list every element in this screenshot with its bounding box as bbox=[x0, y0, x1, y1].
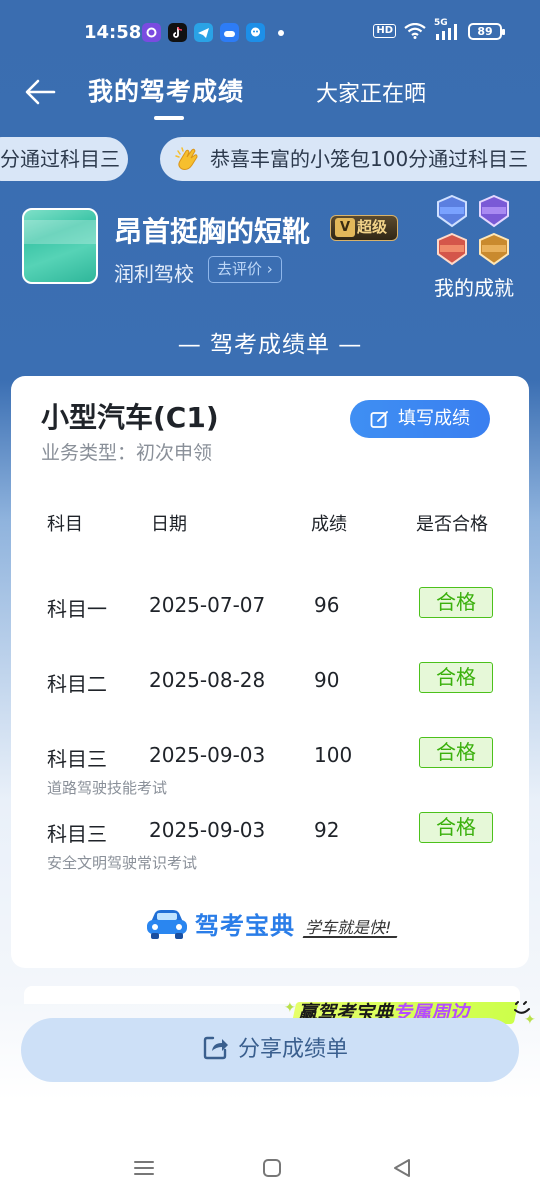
row-date: 2025-08-28 bbox=[149, 668, 266, 692]
active-tab-indicator bbox=[154, 116, 184, 120]
share-icon bbox=[203, 1036, 228, 1060]
status-right: HD 5G 89 bbox=[373, 18, 505, 40]
network-type: 5G bbox=[434, 18, 448, 28]
score-card: 小型汽车(C1) 业务类型：初次申领 填写成绩 科目 日期 成绩 是否合格 科目… bbox=[11, 376, 529, 968]
signal-icon: 5G bbox=[434, 18, 460, 40]
arrow-left-icon bbox=[25, 79, 56, 105]
brand-name: 驾考宝典 bbox=[195, 912, 295, 940]
vip-label: 超级 bbox=[357, 218, 388, 236]
edit-icon bbox=[370, 411, 388, 428]
back-button[interactable] bbox=[22, 72, 62, 112]
row-subject: 科目一 bbox=[47, 597, 107, 621]
home-icon[interactable] bbox=[258, 1154, 286, 1182]
fill-score-button[interactable]: 填写成绩 bbox=[350, 400, 490, 438]
header-subject: 科目 bbox=[47, 514, 83, 535]
car-logo-icon bbox=[147, 910, 187, 939]
row-exam-note: 道路驾驶技能考试 bbox=[47, 779, 168, 797]
telegram-app-icon bbox=[194, 23, 213, 42]
vip-icon: V bbox=[335, 218, 355, 237]
achievement-badge-icon bbox=[437, 194, 467, 228]
status-time: 14:58 bbox=[84, 22, 142, 43]
row-score: 92 bbox=[314, 818, 340, 842]
status-bar: 14:58 HD 5G 89 bbox=[0, 0, 540, 68]
row-score: 90 bbox=[314, 668, 340, 692]
pass-badge: 合格 bbox=[419, 737, 493, 768]
hd-badge: HD bbox=[373, 24, 396, 38]
business-type: 业务类型：初次申领 bbox=[41, 442, 213, 464]
my-achievements-label[interactable]: 我的成就 bbox=[434, 272, 514, 301]
license-type: 小型汽车(C1) bbox=[41, 401, 219, 434]
ticker-text: 恭喜丰富的小笼包100分通过科目三 bbox=[210, 147, 529, 171]
user-name: 昂首挺胸的短靴 bbox=[114, 215, 311, 248]
wifi-icon bbox=[404, 23, 426, 39]
clapping-hands-icon bbox=[175, 146, 198, 170]
pass-badge: 合格 bbox=[419, 812, 493, 843]
status-app-icons bbox=[142, 23, 284, 42]
back-triangle-icon[interactable] bbox=[388, 1154, 416, 1182]
row-subject: 科目二 bbox=[47, 672, 107, 696]
more-notifications-dot bbox=[278, 29, 284, 36]
table-row: 科目二 2025-08-28 90 合格 bbox=[11, 662, 529, 728]
row-exam-note: 安全文明驾驶常识考试 bbox=[47, 854, 198, 872]
fill-score-label: 填写成绩 bbox=[398, 408, 470, 429]
smile-icon bbox=[514, 1001, 530, 1014]
tiktok-app-icon bbox=[168, 23, 187, 42]
driving-school-name: 润利驾校 bbox=[114, 262, 194, 286]
vip-badge: V 超级 bbox=[330, 215, 398, 241]
row-subject: 科目三 bbox=[47, 747, 107, 771]
tab-everyone-sharing[interactable]: 大家正在晒 bbox=[316, 76, 426, 108]
achievement-badges[interactable] bbox=[432, 194, 520, 268]
header-passed: 是否合格 bbox=[416, 514, 488, 535]
row-score: 96 bbox=[314, 593, 340, 617]
share-score-button[interactable]: 分享成绩单 bbox=[21, 1018, 519, 1082]
cloud-app-icon bbox=[220, 23, 239, 42]
table-row: 科目三 2025-09-03 92 合格 安全文明驾驶常识考试 bbox=[11, 812, 529, 878]
row-date: 2025-09-03 bbox=[149, 743, 266, 767]
row-date: 2025-09-03 bbox=[149, 818, 266, 842]
achievement-badge-icon bbox=[437, 232, 467, 266]
screen: 14:58 HD 5G 89 我的驾考成绩 大家正在晒 分通过科目三 恭喜丰富的… bbox=[0, 0, 540, 1200]
review-label: 去评价 bbox=[217, 260, 263, 278]
brand-logo: 驾考宝典 学车就是快! bbox=[145, 904, 405, 944]
pass-badge: 合格 bbox=[419, 662, 493, 693]
share-label: 分享成绩单 bbox=[237, 1037, 348, 1062]
menu-icon[interactable] bbox=[130, 1154, 158, 1182]
ticker-item: 分通过科目三 bbox=[0, 137, 128, 181]
achievement-badge-icon bbox=[479, 194, 509, 228]
slogan-underline bbox=[302, 936, 398, 938]
ticker-text: 分通过科目三 bbox=[0, 147, 120, 171]
camera-app-icon bbox=[142, 23, 161, 42]
sparkle-icon: ✦ bbox=[284, 1000, 296, 1016]
system-navigation-bar bbox=[0, 1136, 540, 1200]
section-title: — 驾考成绩单 — bbox=[177, 332, 363, 358]
tab-my-scores[interactable]: 我的驾考成绩 bbox=[88, 72, 244, 108]
row-subject: 科目三 bbox=[47, 822, 107, 846]
header-date: 日期 bbox=[151, 514, 187, 535]
chevron-right-icon: › bbox=[262, 260, 273, 278]
table-row: 科目一 2025-07-07 96 合格 bbox=[11, 587, 529, 653]
assistant-app-icon bbox=[246, 23, 265, 42]
row-score: 100 bbox=[314, 743, 353, 767]
battery-icon: 89 bbox=[468, 22, 505, 40]
review-button[interactable]: 去评价 › bbox=[208, 256, 282, 283]
nav-bar: 我的驾考成绩 大家正在晒 bbox=[0, 68, 540, 124]
achievement-badge-icon bbox=[479, 232, 509, 266]
avatar[interactable] bbox=[22, 208, 98, 284]
row-date: 2025-07-07 bbox=[149, 593, 266, 617]
table-row: 科目三 2025-09-03 100 合格 道路驾驶技能考试 bbox=[11, 737, 529, 803]
header-score: 成绩 bbox=[311, 514, 347, 535]
brand-slogan: 学车就是快! bbox=[305, 918, 392, 937]
pass-badge: 合格 bbox=[419, 587, 493, 618]
ticker-item: 恭喜丰富的小笼包100分通过科目三 bbox=[160, 137, 540, 181]
